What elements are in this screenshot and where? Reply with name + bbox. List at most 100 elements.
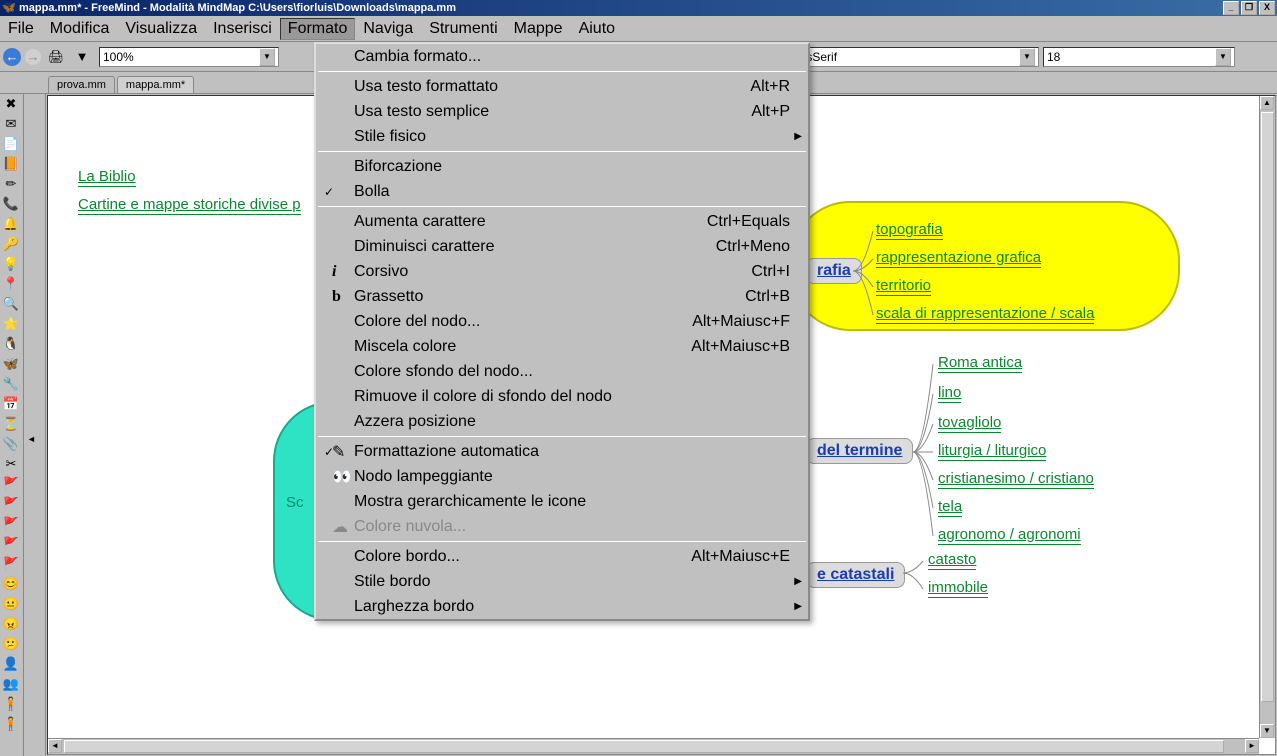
- menu-item-azzera-posizione[interactable]: Azzera posizione: [316, 409, 808, 434]
- node-cartografia[interactable]: rafia: [806, 258, 862, 284]
- emoji3-icon[interactable]: 😠: [0, 614, 22, 634]
- scroll-left-arrow[interactable]: ◄: [48, 739, 62, 753]
- menu-item-bolla[interactable]: ✓Bolla: [316, 179, 808, 204]
- menu-aiuto[interactable]: Aiuto: [571, 18, 623, 40]
- person4-icon[interactable]: 🧍: [0, 714, 22, 734]
- menu-item-usa-testo-formattato[interactable]: Usa testo formattatoAlt+R: [316, 74, 808, 99]
- menu-mappe[interactable]: Mappe: [506, 18, 571, 40]
- flag-orange-icon[interactable]: 🚩: [0, 514, 22, 534]
- filter-button[interactable]: ▼: [71, 46, 93, 68]
- menu-item-biforcazione[interactable]: Biforcazione: [316, 154, 808, 179]
- menu-item-corsivo[interactable]: iCorsivoCtrl+I: [316, 259, 808, 284]
- font-family-combo[interactable]: SansSerif ▼: [781, 47, 1039, 67]
- carto-child-0[interactable]: topografia: [876, 221, 943, 240]
- flag-green-icon[interactable]: 🚩: [0, 494, 22, 514]
- menu-inserisci[interactable]: Inserisci: [205, 18, 280, 40]
- person2-icon[interactable]: 👥: [0, 674, 22, 694]
- book-icon[interactable]: 📙: [0, 154, 22, 174]
- key-icon[interactable]: 🔑: [0, 234, 22, 254]
- menu-item-aumenta-carattere[interactable]: Aumenta carattereCtrl+Equals: [316, 209, 808, 234]
- teal-node-label[interactable]: Sc: [286, 494, 304, 511]
- chevron-down-icon[interactable]: ▼: [259, 48, 275, 66]
- star-icon[interactable]: ⭐: [0, 314, 22, 334]
- node-catastali[interactable]: e catastali: [806, 562, 905, 588]
- person1-icon[interactable]: 👤: [0, 654, 22, 674]
- menu-formato[interactable]: Formato: [280, 18, 356, 40]
- vertical-scrollbar[interactable]: ▲ ▼: [1259, 96, 1275, 738]
- emoji1-icon[interactable]: 😊: [0, 574, 22, 594]
- butterfly-icon[interactable]: 🦋: [0, 354, 22, 374]
- menu-modifica[interactable]: Modifica: [42, 18, 118, 40]
- menu-item-grassetto[interactable]: bGrassettoCtrl+B: [316, 284, 808, 309]
- menu-item-formattazione-automatica[interactable]: ✓✎Formattazione automatica: [316, 439, 808, 464]
- emoji4-icon[interactable]: 😕: [0, 634, 22, 654]
- chevron-down-icon[interactable]: ▼: [1215, 48, 1231, 66]
- menu-visualizza[interactable]: Visualizza: [117, 18, 205, 40]
- flag-pink-icon[interactable]: 🚩: [0, 534, 22, 554]
- menu-item-larghezza-bordo[interactable]: Larghezza bordo▶: [316, 594, 808, 619]
- menu-item-mostra-gerarchicamente-le-icone[interactable]: Mostra gerarchicamente le icone: [316, 489, 808, 514]
- phone-icon[interactable]: 📞: [0, 194, 22, 214]
- term-child-5[interactable]: tela: [938, 498, 962, 517]
- term-child-2[interactable]: tovagliolo: [938, 414, 1001, 433]
- catast-child-1[interactable]: immobile: [928, 579, 988, 598]
- close-button[interactable]: X: [1259, 1, 1275, 15]
- menu-file[interactable]: File: [0, 18, 42, 40]
- paper-icon[interactable]: 📄: [0, 134, 22, 154]
- scroll-right-arrow[interactable]: ►: [1245, 739, 1259, 753]
- wrench-icon[interactable]: 🔧: [0, 374, 22, 394]
- carto-child-1[interactable]: rappresentazione grafica: [876, 249, 1041, 268]
- cancel-icon[interactable]: ✖: [0, 94, 22, 114]
- clip-icon[interactable]: 📎: [0, 434, 22, 454]
- menu-item-colore-bordo[interactable]: Colore bordo...Alt+Maiusc+E: [316, 544, 808, 569]
- light-icon[interactable]: 💡: [0, 254, 22, 274]
- scroll-up-arrow[interactable]: ▲: [1260, 96, 1274, 110]
- emoji2-icon[interactable]: 😐: [0, 594, 22, 614]
- collapse-handle[interactable]: ◄: [27, 434, 36, 444]
- horizontal-scrollbar[interactable]: ◄ ►: [48, 738, 1259, 754]
- mail-icon[interactable]: ✉: [0, 114, 22, 134]
- menu-item-nodo-lampeggiante[interactable]: 👀Nodo lampeggiante: [316, 464, 808, 489]
- person-icon[interactable]: 🐧: [0, 334, 22, 354]
- menu-item-miscela-colore[interactable]: Miscela coloreAlt+Maiusc+B: [316, 334, 808, 359]
- flag-red-icon[interactable]: 🚩: [0, 554, 22, 574]
- menu-item-stile-fisico[interactable]: Stile fisico▶: [316, 124, 808, 149]
- minimize-button[interactable]: _: [1223, 1, 1239, 15]
- nav-back-button[interactable]: ←: [3, 48, 21, 66]
- hourglass-icon[interactable]: ⏳: [0, 414, 22, 434]
- tab-mappa[interactable]: mappa.mm*: [117, 76, 194, 93]
- catast-child-0[interactable]: catasto: [928, 551, 976, 570]
- carto-child-3[interactable]: scala di rappresentazione / scala: [876, 305, 1094, 324]
- menu-strumenti[interactable]: Strumenti: [421, 18, 505, 40]
- bell-icon[interactable]: 🔔: [0, 214, 22, 234]
- search-icon[interactable]: 🔍: [0, 294, 22, 314]
- maximize-button[interactable]: ❐: [1241, 1, 1257, 15]
- menu-item-diminuisci-carattere[interactable]: Diminuisci carattereCtrl+Meno: [316, 234, 808, 259]
- carto-child-2[interactable]: territorio: [876, 277, 931, 296]
- menu-naviga[interactable]: Naviga: [355, 18, 421, 40]
- menu-item-colore-sfondo-del-nodo[interactable]: Colore sfondo del nodo...: [316, 359, 808, 384]
- term-child-4[interactable]: cristianesimo / cristiano: [938, 470, 1094, 489]
- scroll-thumb-h[interactable]: [64, 740, 1224, 753]
- person3-icon[interactable]: 🧍: [0, 694, 22, 714]
- pin-icon[interactable]: 📍: [0, 274, 22, 294]
- menu-item-usa-testo-semplice[interactable]: Usa testo sempliceAlt+P: [316, 99, 808, 124]
- menu-item-cambia-formato[interactable]: Cambia formato...: [316, 44, 808, 69]
- term-child-0[interactable]: Roma antica: [938, 354, 1022, 373]
- scroll-down-arrow[interactable]: ▼: [1260, 724, 1274, 738]
- pencil-icon[interactable]: ✏: [0, 174, 22, 194]
- flag-blue-icon[interactable]: 🚩: [0, 474, 22, 494]
- print-button[interactable]: 🖨: [45, 46, 67, 68]
- cut-icon[interactable]: ✂: [0, 454, 22, 474]
- menu-item-rimuove-il-colore-di-sfondo-del-nodo[interactable]: Rimuove il colore di sfondo del nodo: [316, 384, 808, 409]
- menu-item-colore-del-nodo[interactable]: Colore del nodo...Alt+Maiusc+F: [316, 309, 808, 334]
- scroll-thumb-v[interactable]: [1261, 112, 1274, 702]
- menu-item-stile-bordo[interactable]: Stile bordo▶: [316, 569, 808, 594]
- calendar-icon[interactable]: 📅: [0, 394, 22, 414]
- left-link-1[interactable]: La Biblio: [78, 168, 136, 187]
- term-child-3[interactable]: liturgia / liturgico: [938, 442, 1046, 461]
- chevron-down-icon[interactable]: ▼: [1019, 48, 1035, 66]
- term-child-1[interactable]: lino: [938, 384, 961, 403]
- nav-forward-button[interactable]: →: [25, 49, 41, 65]
- left-link-2[interactable]: Cartine e mappe storiche divise p: [78, 196, 301, 215]
